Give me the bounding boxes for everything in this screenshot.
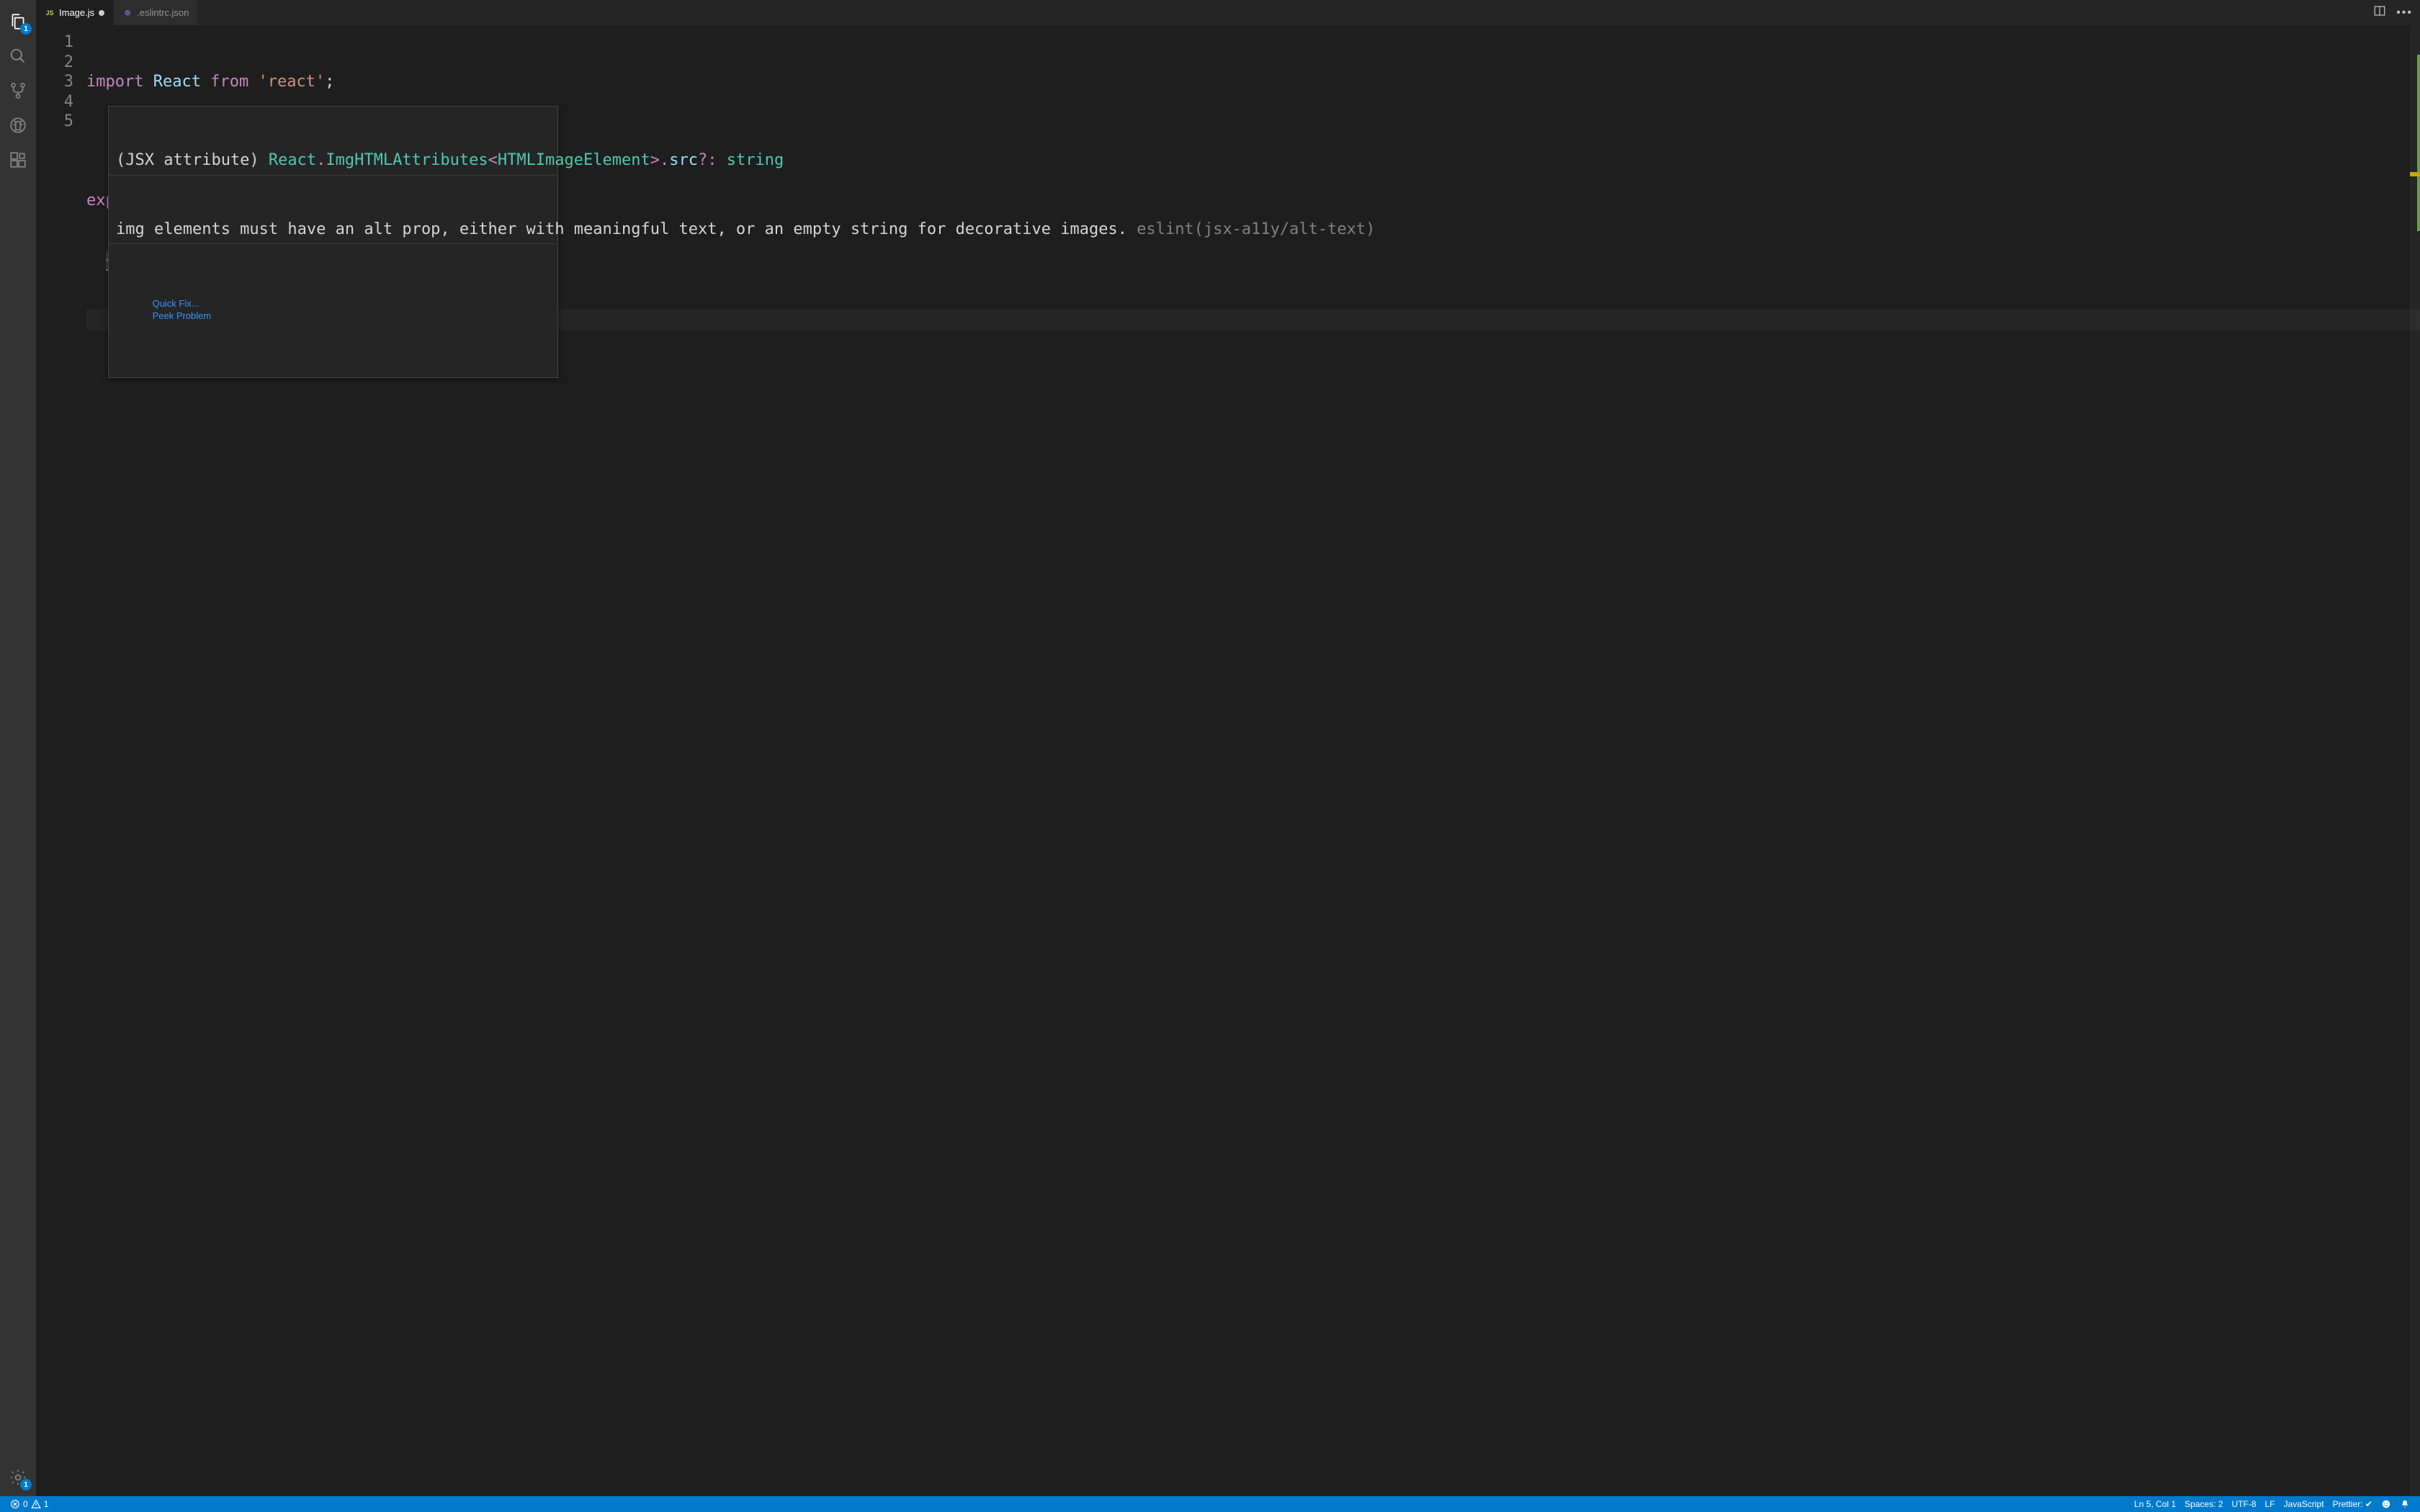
- tab-eslintrc[interactable]: ◎ .eslintrc.json: [114, 0, 198, 25]
- encoding-status[interactable]: UTF-8: [2228, 1499, 2261, 1509]
- editor-actions: •••: [2366, 0, 2420, 25]
- warning-marker: [2410, 172, 2420, 176]
- settings-gear-icon[interactable]: 1: [0, 1460, 36, 1495]
- peek-problem-link[interactable]: Peek Problem: [153, 310, 212, 321]
- code-token: import: [86, 73, 143, 91]
- hover-tooltip: (JSX attribute) React.ImgHTMLAttributes<…: [108, 106, 558, 378]
- more-actions-icon[interactable]: •••: [2396, 6, 2413, 19]
- extensions-icon[interactable]: [0, 143, 36, 177]
- error-count: 0: [23, 1499, 28, 1509]
- code-token: ;: [325, 73, 334, 91]
- js-file-icon: JS: [45, 8, 55, 18]
- line-number: 1: [36, 32, 73, 53]
- tab-label: .eslintrc.json: [137, 7, 189, 18]
- language-mode[interactable]: JavaScript: [2280, 1499, 2329, 1509]
- line-number-gutter: 1 2 3 4 5: [36, 25, 86, 1496]
- source-control-icon[interactable]: [0, 73, 36, 108]
- line-number: 2: [36, 53, 73, 73]
- code-token: 'react': [258, 73, 325, 91]
- overview-ruler[interactable]: [2410, 25, 2420, 1496]
- feedback-icon[interactable]: [2377, 1499, 2396, 1509]
- explorer-badge: 1: [20, 23, 32, 35]
- code-token: React: [153, 73, 201, 91]
- modified-dot-icon: [99, 10, 104, 16]
- warning-count: 1: [44, 1499, 49, 1509]
- tab-image-js[interactable]: JS Image.js: [36, 0, 114, 25]
- line-number: 4: [36, 92, 73, 112]
- split-editor-icon[interactable]: [2373, 4, 2386, 21]
- modified-marker: [2417, 55, 2420, 231]
- hover-signature: (JSX attribute) React.ImgHTMLAttributes<…: [109, 146, 557, 176]
- status-bar: 0 1 Ln 5, Col 1 Spaces: 2 UTF-8 LF JavaS…: [0, 1496, 2420, 1512]
- prettier-status[interactable]: Prettier: ✔: [2329, 1499, 2377, 1509]
- tab-bar: JS Image.js ◎ .eslintrc.json •••: [36, 0, 2420, 25]
- scrollbar-thumb[interactable]: [2410, 25, 2420, 1496]
- tab-label: Image.js: [59, 7, 94, 18]
- explorer-icon[interactable]: 1: [0, 4, 36, 39]
- code-editor[interactable]: 1 2 3 4 5 import React from 'react'; exp…: [36, 25, 2420, 1496]
- activity-bar: 1 1: [0, 0, 36, 1496]
- debug-disabled-icon[interactable]: [0, 108, 36, 143]
- settings-badge: 1: [20, 1479, 32, 1490]
- line-number: 5: [36, 112, 73, 132]
- eol-status[interactable]: LF: [2261, 1499, 2280, 1509]
- cursor-position[interactable]: Ln 5, Col 1: [2130, 1499, 2180, 1509]
- quick-fix-link[interactable]: Quick Fix...: [153, 298, 200, 309]
- eslint-file-icon: ◎: [122, 8, 133, 18]
- search-icon[interactable]: [0, 39, 36, 73]
- indentation-status[interactable]: Spaces: 2: [2180, 1499, 2227, 1509]
- problems-status[interactable]: 0 1: [6, 1496, 53, 1512]
- line-number: 3: [36, 72, 73, 92]
- hover-actions: Quick Fix... Peek Problem: [109, 284, 557, 338]
- code-token: from: [210, 73, 248, 91]
- hover-problem-message: img elements must have an alt prop, eith…: [109, 215, 557, 245]
- notifications-icon[interactable]: [2396, 1499, 2414, 1509]
